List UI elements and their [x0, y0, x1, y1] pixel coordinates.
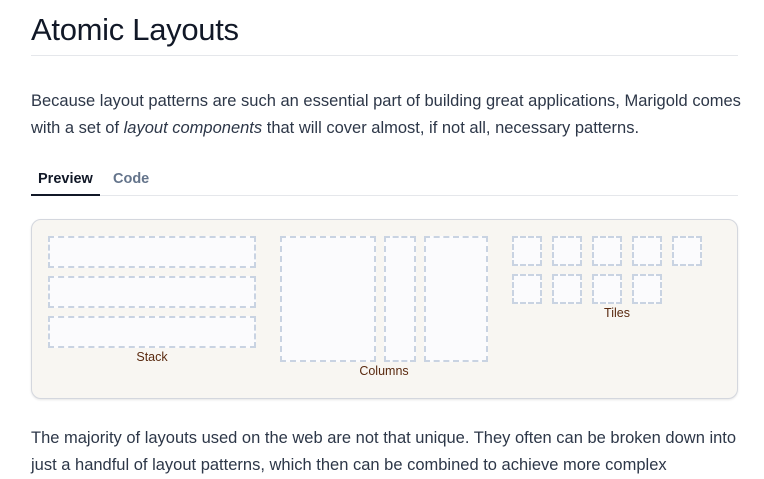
intro-emphasis: layout components — [123, 119, 263, 137]
tile-item — [552, 236, 582, 266]
tile-item — [592, 236, 622, 266]
intro-paragraph: Because layout patterns are such an esse… — [31, 88, 751, 142]
tile-item — [512, 274, 542, 304]
stack-label: Stack — [136, 350, 168, 364]
columns-label: Columns — [359, 364, 409, 378]
tile-item — [552, 274, 582, 304]
stack-item — [48, 236, 256, 268]
tab-preview[interactable]: Preview — [31, 163, 100, 196]
column-item — [280, 236, 376, 362]
tile-item — [512, 236, 542, 266]
tile-item — [632, 236, 662, 266]
column-item — [424, 236, 488, 362]
page-title: Atomic Layouts — [31, 12, 239, 47]
layout-preview-panel: Stack Columns Tiles — [31, 219, 738, 399]
tab-code[interactable]: Code — [106, 163, 156, 194]
outro-paragraph: The majority of layouts used on the web … — [31, 429, 737, 474]
preview-code-tabs: Preview Code — [31, 163, 738, 196]
column-item — [384, 236, 416, 362]
tile-item — [592, 274, 622, 304]
tile-item — [632, 274, 662, 304]
tiles-label: Tiles — [604, 306, 630, 320]
stack-item — [48, 316, 256, 348]
stack-item — [48, 276, 256, 308]
title-divider — [31, 55, 738, 56]
tile-item — [672, 236, 702, 266]
intro-text-end: that will cover almost, if not all, nece… — [262, 119, 640, 137]
